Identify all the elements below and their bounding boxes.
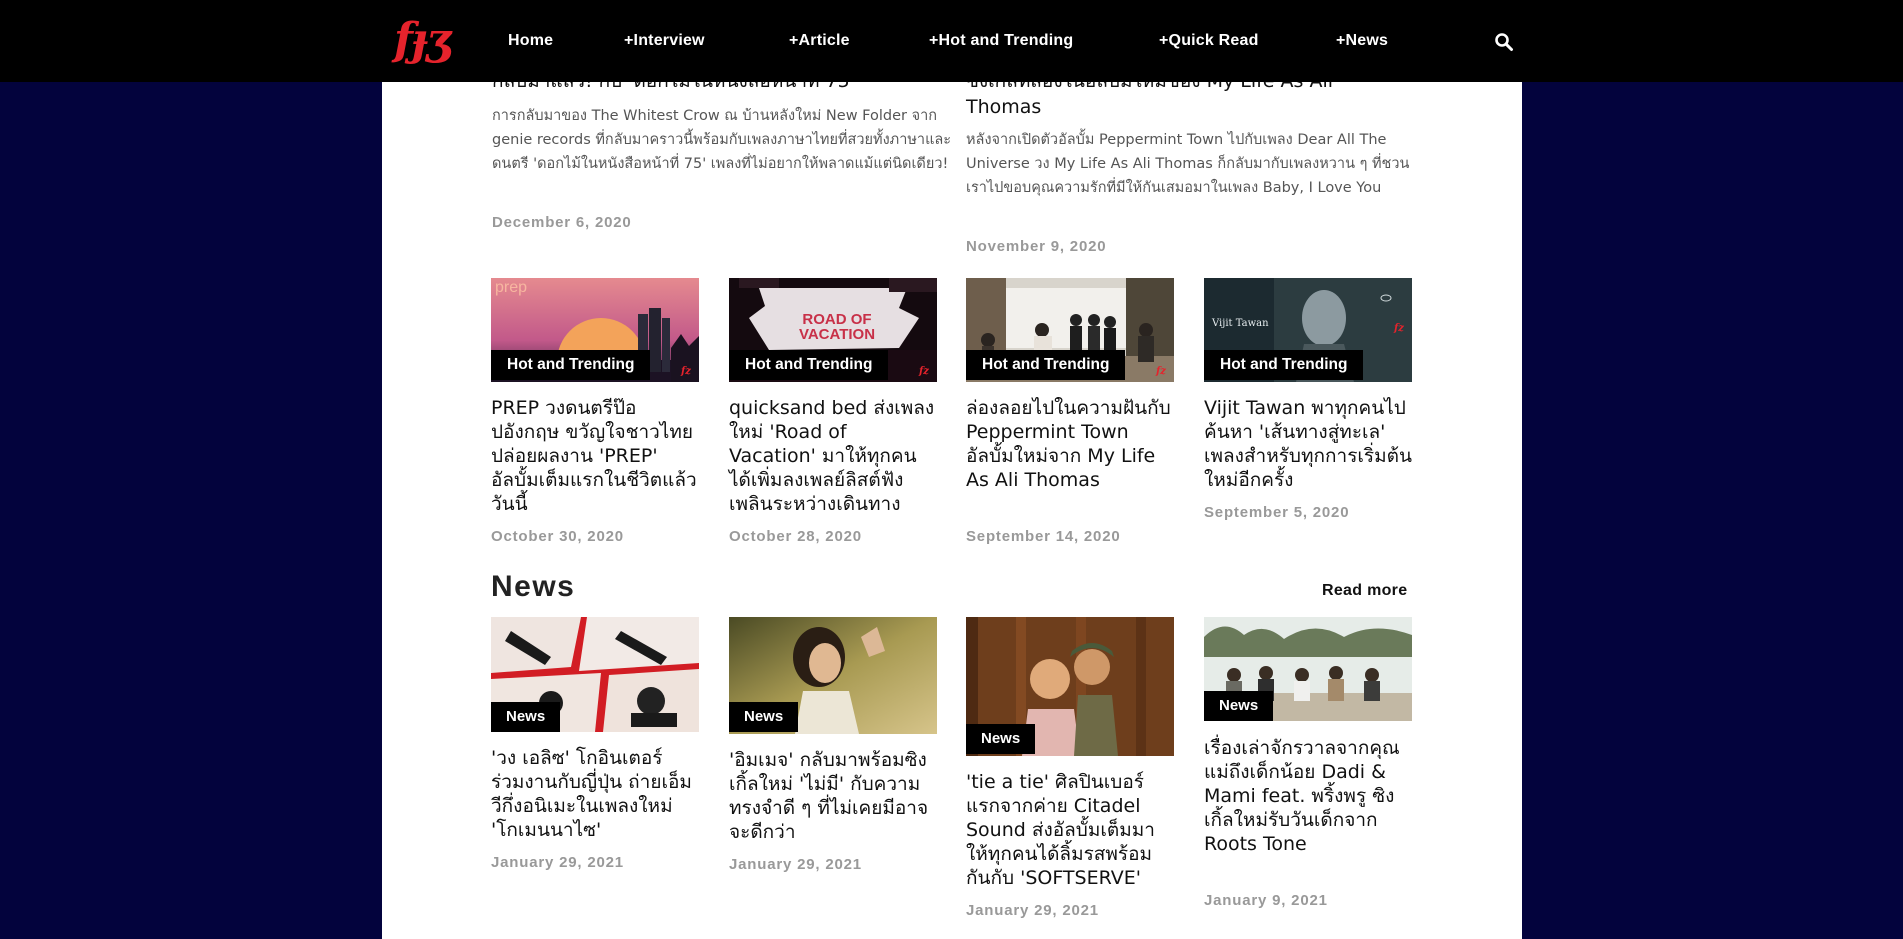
featured-title[interactable]: กลับมาแล้ว! กับ 'ดอกไม้ในหนังสือหน้าที่ … — [492, 82, 855, 93]
site-logo[interactable]: fɟʒ — [394, 16, 451, 64]
news-card-date: January 29, 2021 — [491, 854, 624, 871]
category-tag[interactable]: Hot and Trending — [1204, 350, 1364, 380]
thumbnail-text: ROAD OF VACATION — [798, 311, 876, 343]
nav-quick-read[interactable]: +Quick Read — [1159, 30, 1259, 52]
category-tag[interactable]: Hot and Trending — [966, 350, 1126, 380]
hot-card-title[interactable]: Vijit Tawan พาทุกคนไปค้นหา 'เส้นทางสู่ทะ… — [1204, 396, 1412, 492]
nav-interview[interactable]: +Interview — [624, 30, 705, 52]
news-card-date: January 9, 2021 — [1204, 892, 1328, 909]
thumbnail-logo: fz — [919, 366, 929, 377]
featured-description: การกลับมาของ The Whitest Crow ณ บ้านหลัง… — [492, 108, 952, 172]
hot-card-date: October 28, 2020 — [729, 528, 862, 545]
featured-description: หลังจากเปิดตัวอัลบั้ม Peppermint Town ไป… — [966, 132, 1410, 196]
thumbnail-logo: fz — [1156, 366, 1166, 377]
thumbnail-logo: fz — [1394, 323, 1404, 334]
hot-card-title[interactable]: ล่องลอยไปในความฝันกับ Peppermint Town อั… — [966, 396, 1174, 492]
news-card-title[interactable]: เรื่องเล่าจักรวาลจากคุณแม่ถึงเด็กน้อย Da… — [1204, 736, 1412, 856]
thumbnail-text: prep — [495, 279, 528, 296]
category-tag[interactable]: News — [1204, 691, 1274, 721]
news-section-title: News — [491, 570, 576, 603]
news-card-title[interactable]: 'tie a tie' ศิลปินเบอร์แรกจากค่าย Citade… — [966, 770, 1174, 890]
news-card-date: January 29, 2021 — [729, 856, 862, 873]
nav-article[interactable]: +Article — [789, 30, 850, 52]
news-card-title[interactable]: 'อิมเมจ' กลับมาพร้อมซิงเกิ้ลใหม่ 'ไม่มี'… — [729, 748, 937, 844]
thumbnail-text: Vijit Tawan — [1212, 318, 1269, 329]
nav-home[interactable]: Home — [508, 30, 553, 52]
featured-title-cont[interactable]: Thomas — [966, 95, 1041, 119]
nav-news[interactable]: +News — [1336, 30, 1388, 52]
nav-hot-and-trending[interactable]: +Hot and Trending — [929, 30, 1073, 52]
content-panel: กลับมาแล้ว! กับ 'ดอกไม้ในหนังสือหน้าที่ … — [382, 82, 1522, 939]
category-tag[interactable]: News — [491, 702, 561, 732]
hot-card-date: October 30, 2020 — [491, 528, 624, 545]
featured-title[interactable]: ซิงเกิลที่สองในอัลบั้มใหม่ของ My Life As… — [966, 82, 1333, 93]
thumbnail-logo: fz — [681, 366, 691, 377]
category-tag[interactable]: Hot and Trending — [491, 350, 651, 380]
search-icon[interactable] — [1494, 32, 1514, 52]
hot-card-date: September 5, 2020 — [1204, 504, 1350, 521]
hot-card-date: September 14, 2020 — [966, 528, 1121, 545]
top-navbar: fɟʒ Home +Interview +Article +Hot and Tr… — [0, 0, 1903, 82]
featured-date: November 9, 2020 — [966, 238, 1107, 255]
news-card-title[interactable]: 'วง เอลิซ' โกอินเตอร์ ร่วมงานกับญี่ปุ่น … — [491, 746, 699, 842]
category-tag[interactable]: News — [966, 724, 1036, 754]
news-card-date: January 29, 2021 — [966, 902, 1099, 919]
hot-card-title[interactable]: PREP วงดนตรีป๊อปอังกฤษ ขวัญใจชาวไทย ปล่อ… — [491, 396, 699, 516]
read-more-link[interactable]: Read more — [1322, 582, 1407, 600]
category-tag[interactable]: News — [729, 702, 799, 732]
hot-card-title[interactable]: quicksand bed ส่งเพลงใหม่ 'Road of Vacat… — [729, 396, 937, 516]
category-tag[interactable]: Hot and Trending — [729, 350, 889, 380]
featured-date: December 6, 2020 — [492, 214, 632, 231]
